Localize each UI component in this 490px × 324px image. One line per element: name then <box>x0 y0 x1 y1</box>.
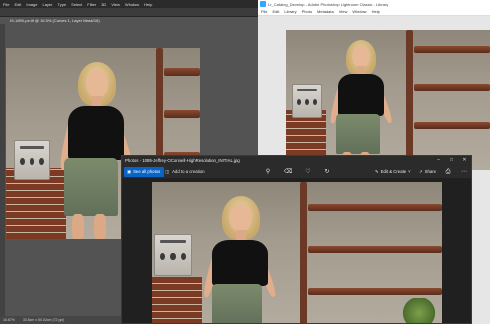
stair-step <box>414 46 490 53</box>
stair-step <box>308 288 442 295</box>
lightroom-logo-icon <box>260 1 266 7</box>
close-icon[interactable]: ✕ <box>458 156 471 165</box>
photos-window-title: Photos - 1089-Jeffrey-OConnell-HighResol… <box>125 158 240 163</box>
subject-skirt <box>64 158 118 216</box>
lr-menu-file[interactable]: File <box>261 9 267 14</box>
add-to-creation-label: Add to a creation <box>172 169 205 174</box>
photos-icon: ▣ <box>127 169 132 174</box>
photos-app-window: Photos - 1089-Jeffrey-OConnell-HighResol… <box>121 155 472 324</box>
lr-menu-metadata[interactable]: Metadata <box>317 9 334 14</box>
photos-viewer[interactable] <box>122 178 471 323</box>
ps-menu-image[interactable]: Image <box>26 2 37 7</box>
lr-menu-bar: File Edit Library Photo Metadata View Wi… <box>258 8 490 16</box>
see-all-photos-label: See all photos <box>133 169 161 174</box>
lr-menu-photo[interactable]: Photo <box>302 9 312 14</box>
ps-menu-edit[interactable]: Edit <box>14 2 21 7</box>
edit-icon: ✎ <box>375 169 379 174</box>
subject-skirt <box>212 284 262 323</box>
add-to-creation-button[interactable]: ◫ Add to a creation <box>165 167 205 177</box>
subject-top <box>338 74 384 116</box>
edit-create-label: Edit & Create <box>380 169 407 174</box>
lr-photo[interactable] <box>286 30 490 170</box>
subject-top <box>212 240 268 286</box>
photos-image[interactable] <box>152 182 442 323</box>
plant <box>402 298 436 323</box>
share-icon: ↗ <box>419 169 423 174</box>
stair-step <box>308 246 442 253</box>
see-all-photos-button[interactable]: ▣ See all photos <box>124 167 165 177</box>
print-icon[interactable]: ⎙ <box>444 168 452 176</box>
subject-skirt <box>336 114 380 154</box>
subject-face <box>86 70 108 98</box>
mailbox <box>14 140 50 180</box>
mailbox <box>154 234 192 276</box>
zoom-icon[interactable]: ⚲ <box>264 168 272 176</box>
lr-menu-help[interactable]: Help <box>372 9 380 14</box>
ps-menu-bar: File Edit Image Layer Type Select Filter… <box>0 0 262 8</box>
ps-menu-filter[interactable]: Filter <box>87 2 96 7</box>
subject-top <box>68 106 124 160</box>
edit-create-button[interactable]: ✎ Edit & Create ˅ <box>375 167 411 177</box>
ps-menu-layer[interactable]: Layer <box>42 2 52 7</box>
stair-step <box>414 84 490 91</box>
share-label: Share <box>424 169 437 174</box>
ps-menu-select[interactable]: Select <box>71 2 82 7</box>
favorite-icon[interactable]: ♡ <box>304 168 312 176</box>
rotate-icon[interactable]: ↻ <box>323 168 331 176</box>
subject-face <box>229 204 252 232</box>
lr-title-bar: Lr_Catalog_Develop - Adobe Photoshop Lig… <box>258 0 490 8</box>
share-button[interactable]: ↗ Share <box>419 167 436 177</box>
ps-toolbar[interactable] <box>0 24 5 316</box>
more-icon[interactable]: ⋯ <box>460 168 468 176</box>
ps-menu-view[interactable]: View <box>111 2 120 7</box>
minimize-icon[interactable]: – <box>432 156 445 165</box>
lr-window-title: Lr_Catalog_Develop - Adobe Photoshop Lig… <box>268 1 389 7</box>
mailbox <box>292 84 322 118</box>
window-controls: – □ ✕ <box>432 156 471 165</box>
stair-railing <box>406 30 413 170</box>
delete-icon[interactable]: ⌫ <box>284 168 292 176</box>
stair-railing <box>300 182 307 323</box>
ps-menu-type[interactable]: Type <box>58 2 67 7</box>
photos-title-bar: Photos - 1089-Jeffrey-OConnell-HighResol… <box>122 156 471 165</box>
ps-doc-size: 33.5cm x 50.02cm (72 ppi) <box>22 318 65 322</box>
brick-wall <box>152 277 202 323</box>
chevron-down-icon: ˅ <box>408 169 411 174</box>
ps-menu-help[interactable]: Help <box>144 2 152 7</box>
ps-options-bar[interactable] <box>0 8 262 17</box>
ps-menu-file[interactable]: File <box>3 2 9 7</box>
stair-step <box>308 204 442 211</box>
subject-face <box>352 46 370 68</box>
stair-step <box>164 110 200 118</box>
ps-menu-window[interactable]: Window <box>125 2 139 7</box>
add-creation-icon: ◫ <box>165 169 170 174</box>
lr-menu-view[interactable]: View <box>339 9 348 14</box>
ps-menu-3d[interactable]: 3D <box>101 2 106 7</box>
ps-document-tab[interactable]: IS-1890-ps.tif @ 16.5% (Curves 1, Layer … <box>6 17 104 24</box>
photos-command-bar: ▣ See all photos ◫ Add to a creation ⚲ ⌫… <box>122 165 471 178</box>
lr-menu-window[interactable]: Window <box>352 9 366 14</box>
maximize-icon[interactable]: □ <box>445 156 458 165</box>
ps-zoom-level: 16.67% <box>3 318 15 322</box>
lr-menu-edit[interactable]: Edit <box>272 9 279 14</box>
stair-step <box>164 68 200 76</box>
stair-step <box>414 122 490 129</box>
lr-menu-library[interactable]: Library <box>284 9 296 14</box>
